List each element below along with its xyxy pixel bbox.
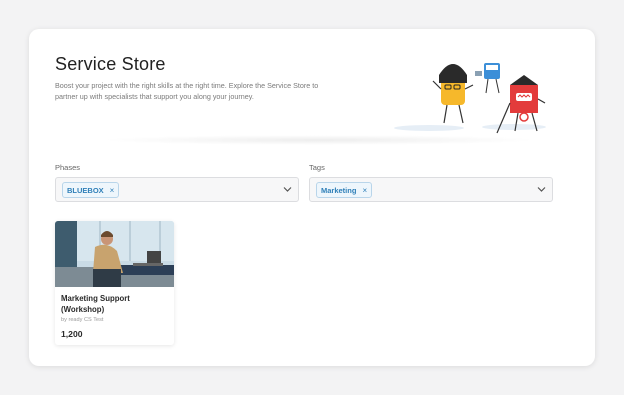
page-title: Service Store <box>55 54 166 74</box>
service-store-panel: Service Store Boost your project with th… <box>29 29 595 366</box>
service-card-title[interactable]: Marketing Support (Workshop) <box>61 293 169 315</box>
header-divider <box>99 135 539 145</box>
phases-label: Phases <box>55 163 81 172</box>
chevron-down-icon[interactable] <box>283 186 292 193</box>
service-card-price: 1,200 <box>61 329 83 339</box>
service-card-provider: by ready CS Test <box>61 317 104 323</box>
page-description: Boost your project with the right skills… <box>55 81 319 101</box>
hero-illustration <box>394 63 546 134</box>
tag-chip-marketing: Marketing × <box>316 182 373 198</box>
close-icon[interactable]: × <box>110 186 115 195</box>
close-icon[interactable]: × <box>362 186 367 195</box>
chip-label: Marketing <box>321 185 357 195</box>
service-card-image <box>55 221 174 287</box>
chevron-down-icon[interactable] <box>537 186 546 193</box>
chip-label: BLUEBOX <box>67 185 104 195</box>
tags-select[interactable]: Marketing × <box>309 177 553 202</box>
tags-label: Tags <box>309 163 325 172</box>
phases-select[interactable]: BLUEBOX × <box>55 177 299 202</box>
phase-chip-bluebox: BLUEBOX × <box>62 182 120 198</box>
service-card[interactable]: Marketing Support (Workshop) by ready CS… <box>55 221 174 345</box>
